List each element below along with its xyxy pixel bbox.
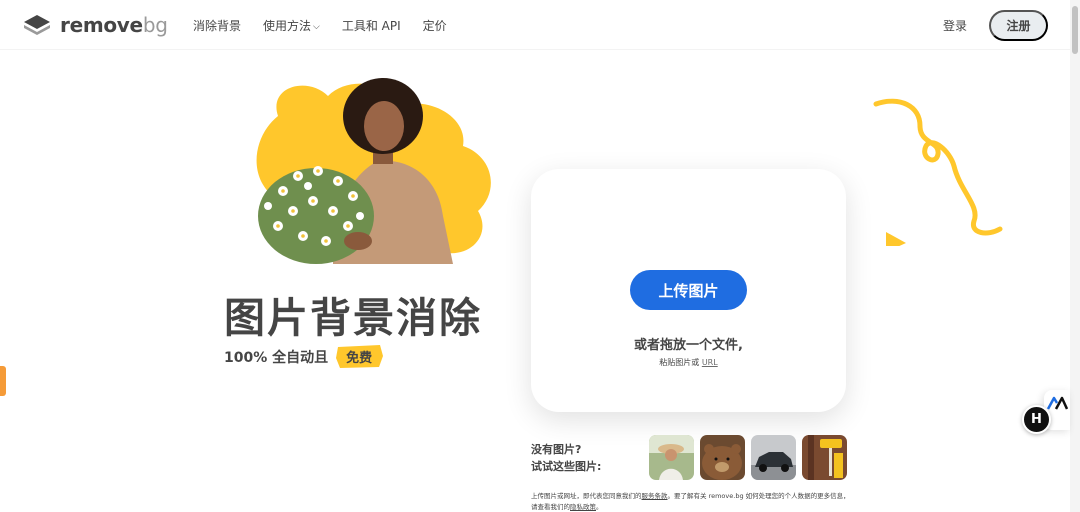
main-nav: 消除背景 使用方法 ⌵ 工具和 API 定价 — [193, 17, 447, 34]
upload-card[interactable]: 上传图片 或者拖放一个文件, 粘贴图片或 URL — [531, 169, 846, 412]
subtitle-text: 100% 全自动且 — [224, 349, 329, 366]
decorative-squiggle-icon — [873, 98, 1003, 246]
login-link[interactable]: 登录 — [943, 17, 967, 34]
scrollbar[interactable] — [1070, 0, 1080, 512]
privacy-policy-link[interactable]: 隐私政策 — [570, 503, 596, 511]
nav-tools-api[interactable]: 工具和 API — [342, 17, 401, 34]
sample-bear-thumbnail[interactable] — [700, 435, 745, 480]
terms-of-service-link[interactable]: 服务条款 — [642, 492, 668, 500]
legal-notice: 上传图片或网址，即代表您同意我们的服务条款。要了解有关 remove.bg 如何… — [531, 492, 850, 511]
page-title: 图片背景消除 — [224, 294, 482, 342]
paste-url-link[interactable]: URL — [702, 358, 718, 367]
drop-file-text: 或者拖放一个文件, — [634, 338, 743, 353]
logo[interactable]: removebg — [22, 13, 168, 37]
brand-logo-icon — [1046, 396, 1068, 410]
sample-paint-roller-thumbnail[interactable] — [802, 435, 847, 480]
paste-hint: 粘贴图片或 URL — [659, 358, 718, 367]
hero-image — [256, 78, 491, 264]
feedback-side-tab[interactable] — [0, 366, 6, 396]
nav-how-to-use[interactable]: 使用方法 ⌵ — [263, 17, 320, 34]
nav-pricing[interactable]: 定价 — [423, 17, 447, 34]
scrollbar-thumb[interactable] — [1072, 6, 1078, 54]
free-badge: 免费 — [334, 344, 384, 369]
signup-button[interactable]: 注册 — [989, 10, 1048, 41]
hero-subtitle: 100% 全自动且 免费 — [224, 344, 384, 369]
upload-image-button[interactable]: 上传图片 — [630, 270, 747, 310]
nav-remove-background[interactable]: 消除背景 — [193, 17, 241, 34]
chat-assistant-button[interactable]: H — [1022, 405, 1051, 434]
top-navigation-bar: removebg 消除背景 使用方法 ⌵ 工具和 API 定价 登录 注册 — [0, 0, 1070, 50]
sample-woman-thumbnail[interactable] — [649, 435, 694, 480]
logo-icon — [24, 15, 50, 35]
sample-images-prompt: 没有图片? 试试这些图片: — [531, 443, 602, 473]
sample-thumbnails — [649, 435, 847, 480]
logo-text: removebg — [60, 13, 168, 37]
chevron-down-icon: ⌵ — [313, 22, 320, 32]
sample-car-thumbnail[interactable] — [751, 435, 796, 480]
